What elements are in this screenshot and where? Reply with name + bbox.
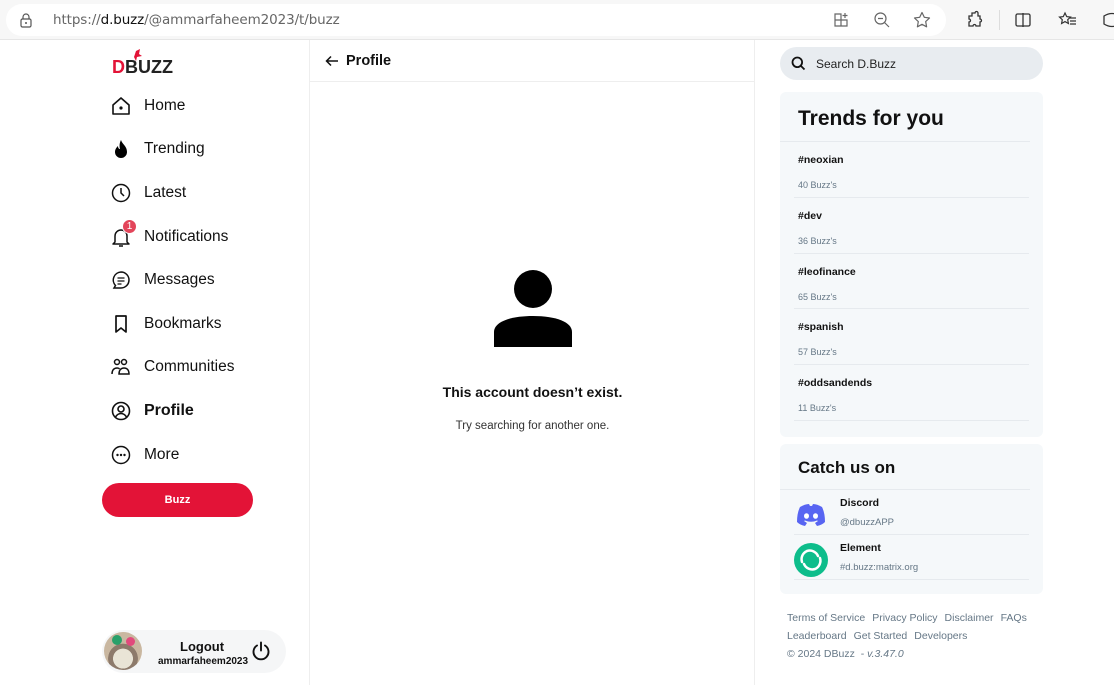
element-icon — [794, 543, 828, 577]
logout-label[interactable]: Logout — [180, 639, 224, 654]
catch-us-card: Catch us on Discord @dbuzzAPP Element #d… — [780, 444, 1043, 594]
right-sidebar: Trends for you #neoxian 40 Buzz's #dev 36 … — [755, 40, 1114, 685]
sidebar-item-notifications[interactable]: 1 Notifications — [109, 215, 234, 259]
sidebar-item-label: Profile — [144, 401, 194, 419]
social-link-element[interactable]: Element #d.buzz:matrix.org — [794, 535, 1029, 580]
message-icon — [109, 268, 133, 292]
sidebar-item-label: Messages — [144, 271, 215, 289]
trend-item[interactable]: #spanish 57 Buzz's — [794, 309, 1029, 366]
logo-text: BUZZ — [125, 57, 173, 76]
split-screen-icon[interactable] — [1013, 10, 1033, 30]
bell-icon: 1 — [109, 218, 137, 249]
trend-count: 40 Buzz's — [798, 180, 837, 190]
footer-link-get-started[interactable]: Get Started — [854, 630, 908, 642]
more-icon — [109, 443, 133, 467]
footer-link-privacy[interactable]: Privacy Policy — [872, 612, 937, 624]
sidebar-item-label: Trending — [144, 140, 205, 158]
discord-icon — [797, 504, 825, 526]
app-grid-icon[interactable] — [832, 10, 852, 30]
search-input[interactable] — [816, 55, 1026, 72]
empty-state-title: This account doesn’t exist. — [442, 384, 623, 400]
lock-icon[interactable] — [18, 12, 34, 28]
extensions-icon[interactable] — [965, 10, 985, 30]
power-icon[interactable] — [250, 640, 272, 662]
notification-badge: 1 — [122, 218, 137, 234]
social-name: Discord — [840, 497, 880, 509]
clock-icon — [109, 181, 133, 205]
sidebar-item-profile[interactable]: Profile — [109, 389, 234, 433]
flame-icon — [109, 137, 133, 161]
trend-item[interactable]: #dev 36 Buzz's — [794, 198, 1029, 254]
favorite-star-icon[interactable] — [912, 10, 932, 30]
bookmark-icon — [109, 312, 133, 336]
trend-count: 57 Buzz's — [798, 347, 837, 358]
trend-count: 65 Buzz's — [798, 291, 837, 302]
person-placeholder-icon — [494, 270, 572, 347]
trend-count: 11 Buzz's — [798, 403, 837, 414]
sidebar-item-label: Latest — [144, 183, 187, 201]
empty-state-subtitle: Try searching for another one. — [455, 420, 610, 432]
logo-d: D — [112, 57, 125, 76]
sidebar-item-bookmarks[interactable]: Bookmarks — [109, 302, 234, 346]
url-text[interactable]: https://d.buzz/@ammarfaheem2023/t/buzz — [53, 12, 340, 28]
social-handle: #d.buzz:matrix.org — [840, 562, 919, 573]
sidebar-item-home[interactable]: Home — [109, 84, 234, 128]
catch-us-title: Catch us on — [780, 444, 1030, 490]
sidebar-item-messages[interactable]: Messages — [109, 258, 234, 302]
sidebar-item-label: Bookmarks — [144, 314, 222, 332]
sidebar-item-communities[interactable]: Communities — [109, 346, 234, 390]
buzz-button[interactable]: Buzz — [102, 483, 253, 517]
sidebar-nav: Home Trending Latest 1 Notifications Mes… — [109, 84, 234, 476]
trend-count: 36 Buzz's — [798, 235, 837, 246]
communities-icon — [109, 355, 133, 379]
search-icon — [791, 56, 806, 71]
profile-icon — [109, 399, 133, 423]
trend-tag[interactable]: #dev — [798, 210, 822, 222]
username: ammarfaheem2023 — [158, 656, 249, 667]
toolbar-separator — [999, 10, 1000, 30]
trend-item[interactable]: #neoxian 40 Buzz's — [794, 142, 1029, 198]
sidebar-item-label: Home — [144, 96, 186, 114]
trend-tag[interactable]: #leofinance — [798, 266, 856, 278]
footer-link-faqs[interactable]: FAQs — [1001, 612, 1027, 624]
trend-tag[interactable]: #spanish — [798, 321, 844, 333]
page-title: Profile — [346, 52, 392, 69]
trend-item[interactable]: #oddsandends 11 Buzz's — [794, 365, 1029, 421]
social-name: Element — [840, 542, 881, 554]
favorites-list-icon[interactable] — [1058, 10, 1078, 30]
footer: Terms of Service Privacy Policy Disclaimer… — [787, 612, 1027, 660]
sidebar-item-more[interactable]: More — [109, 433, 234, 477]
footer-link-leaderboard[interactable]: Leaderboard — [787, 630, 847, 642]
social-handle: @dbuzzAPP — [840, 517, 895, 528]
sidebar-item-trending[interactable]: Trending — [109, 128, 234, 172]
footer-link-disclaimer[interactable]: Disclaimer — [945, 612, 994, 624]
sidebar-item-label: Notifications — [144, 227, 229, 245]
trend-tag[interactable]: #oddsandends — [798, 377, 872, 389]
version: v.3.47.0 — [867, 648, 904, 660]
zoom-out-icon[interactable] — [872, 10, 892, 30]
copyright: © 2024 DBuzz — [787, 648, 855, 660]
sidebar-item-label: Communities — [144, 358, 235, 376]
dbuzz-logo[interactable]: D BUZZ — [112, 48, 176, 76]
home-icon — [109, 94, 133, 118]
address-bar[interactable]: https://d.buzz/@ammarfaheem2023/t/buzz — [6, 4, 946, 36]
back-arrow-icon[interactable] — [325, 54, 339, 68]
user-account-box[interactable]: Logout ammarfaheem2023 — [102, 630, 286, 673]
main-content: Profile This account doesn’t exist. Try … — [310, 40, 755, 685]
page-header: Profile — [310, 40, 754, 82]
browser-toolbar: https://d.buzz/@ammarfaheem2023/t/buzz — [0, 0, 1114, 40]
footer-link-terms[interactable]: Terms of Service — [787, 612, 865, 624]
trends-title: Trends for you — [780, 92, 1030, 142]
footer-link-developers[interactable]: Developers — [914, 630, 967, 642]
sidebar-item-latest[interactable]: Latest — [109, 171, 234, 215]
search-box[interactable] — [780, 47, 1043, 80]
trend-tag[interactable]: #neoxian — [798, 154, 844, 166]
trends-card: Trends for you #neoxian 40 Buzz's #dev 36 … — [780, 92, 1043, 437]
avatar[interactable] — [104, 632, 142, 670]
sidebar-item-label: More — [144, 445, 180, 463]
browser-essentials-icon[interactable] — [1102, 10, 1114, 30]
social-link-discord[interactable]: Discord @dbuzzAPP — [794, 490, 1029, 535]
trend-item[interactable]: #leofinance 65 Buzz's — [794, 254, 1029, 310]
